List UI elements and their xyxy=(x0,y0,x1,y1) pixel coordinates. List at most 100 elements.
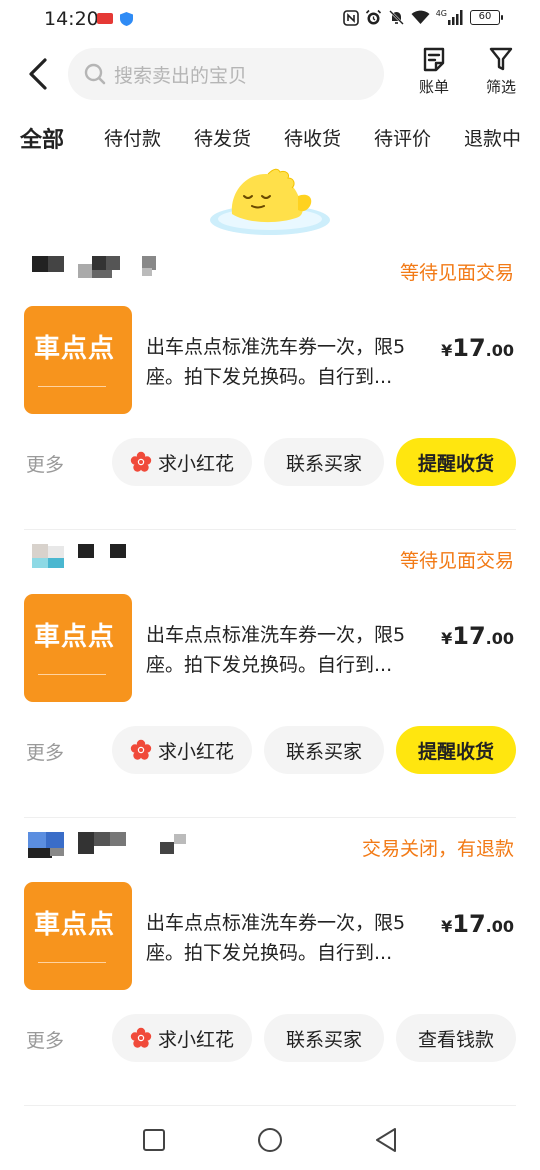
mosaic-block xyxy=(32,558,48,568)
buyer-avatar-mosaic xyxy=(28,832,208,862)
signal-icon xyxy=(448,10,463,25)
thumbnail-brand: 車点点 xyxy=(34,622,116,652)
bill-button[interactable]: 账单 xyxy=(410,46,458,106)
tab-pending-review[interactable]: 待评价 xyxy=(374,124,431,151)
mute-bell-icon xyxy=(388,10,404,25)
mosaic-block xyxy=(28,832,46,848)
system-nav-bar xyxy=(0,1110,540,1170)
ask-flower-button[interactable]: 求小红花 xyxy=(112,1014,252,1062)
status-icons: 4G 60 xyxy=(342,9,503,26)
mosaic-block xyxy=(28,848,52,858)
order-card-2[interactable]: 等待见面交易 車点点 出车点点标准洗车券一次，限5座。拍下发兑换码。自行到...… xyxy=(0,530,540,818)
search-icon xyxy=(84,63,106,85)
mosaic-block xyxy=(92,270,112,278)
item-title[interactable]: 出车点点标准洗车券一次，限5座。拍下发兑换码。自行到... xyxy=(146,620,438,680)
price-integer: 17 xyxy=(452,622,486,650)
order-status: 交易关闭，有退款 xyxy=(361,838,514,860)
more-button[interactable]: 更多 xyxy=(26,738,64,765)
mosaic-block xyxy=(48,546,64,558)
contact-buyer-button[interactable]: 联系买家 xyxy=(264,438,384,486)
order-action-button[interactable]: 提醒收货 xyxy=(396,726,516,774)
back-button[interactable] xyxy=(22,54,54,94)
triangle-back-icon xyxy=(376,1128,396,1152)
circle-icon xyxy=(258,1128,282,1152)
contact-buyer-button[interactable]: 联系买家 xyxy=(264,726,384,774)
bill-icon xyxy=(423,47,445,72)
search-input[interactable]: 搜索卖出的宝贝 xyxy=(68,48,384,100)
alarm-icon xyxy=(365,9,381,25)
price-integer: 17 xyxy=(452,910,486,938)
mosaic-block xyxy=(48,256,64,272)
app-notification-icon xyxy=(97,13,113,24)
mosaic-block xyxy=(174,834,186,844)
mosaic-block xyxy=(110,544,126,558)
thumbnail-brand: 車点点 xyxy=(34,334,116,364)
filter-label: 筛选 xyxy=(485,78,516,96)
square-icon xyxy=(143,1129,165,1151)
product-thumbnail[interactable]: 車点点 xyxy=(24,306,132,414)
thumbnail-brand: 車点点 xyxy=(34,910,116,940)
bill-label: 账单 xyxy=(418,78,449,96)
filter-button[interactable]: 筛选 xyxy=(477,46,525,106)
search-placeholder: 搜索卖出的宝贝 xyxy=(114,64,248,87)
order-card-3[interactable]: 交易关闭，有退款 車点点 出车点点标准洗车券一次，限5座。拍下发兑换码。自行到.… xyxy=(0,818,540,1106)
mosaic-block xyxy=(142,268,152,276)
order-card-1[interactable]: 等待见面交易 車点点 出车点点标准洗车券一次，限5座。拍下发兑换码。自行到...… xyxy=(0,242,540,530)
home-button[interactable] xyxy=(256,1126,284,1154)
price-currency: ¥ xyxy=(441,629,453,648)
thumbnail-divider xyxy=(38,674,106,675)
tab-pending-shipment[interactable]: 待发货 xyxy=(194,124,251,151)
price-currency: ¥ xyxy=(441,341,453,360)
item-price: ¥17.00 xyxy=(441,622,514,650)
order-action-button[interactable]: 查看钱款 xyxy=(396,1014,516,1062)
mosaic-block xyxy=(106,256,120,270)
header: 搜索卖出的宝贝 账单 筛选 xyxy=(0,42,540,106)
tab-pending-payment[interactable]: 待付款 xyxy=(104,124,161,151)
tab-refunding[interactable]: 退款中 xyxy=(464,124,521,151)
shield-icon xyxy=(120,12,133,26)
thumbnail-divider xyxy=(38,962,106,963)
nfc-icon xyxy=(342,9,359,26)
price-decimal: .00 xyxy=(485,629,514,648)
more-button[interactable]: 更多 xyxy=(26,1026,64,1053)
wifi-icon xyxy=(411,10,430,24)
recent-apps-button[interactable] xyxy=(140,1126,168,1154)
ask-flower-label: 求小红花 xyxy=(157,452,234,475)
tab-all[interactable]: 全部 xyxy=(20,122,64,154)
order-status: 等待见面交易 xyxy=(399,550,514,572)
ask-flower-label: 求小红花 xyxy=(157,740,234,763)
price-integer: 17 xyxy=(452,334,486,362)
thumbnail-divider xyxy=(38,386,106,387)
ask-flower-label: 求小红花 xyxy=(157,1028,234,1051)
product-thumbnail[interactable]: 車点点 xyxy=(24,594,132,702)
item-title[interactable]: 出车点点标准洗车券一次，限5座。拍下发兑换码。自行到... xyxy=(146,332,438,392)
flower-icon xyxy=(130,739,152,760)
status-bar: 14:20 4G 60 xyxy=(0,0,540,40)
ask-flower-button[interactable]: 求小红花 xyxy=(112,438,252,486)
tab-pending-receipt[interactable]: 待收货 xyxy=(284,124,341,151)
order-action-button[interactable]: 提醒收货 xyxy=(396,438,516,486)
product-thumbnail[interactable]: 車点点 xyxy=(24,882,132,990)
price-currency: ¥ xyxy=(441,917,453,936)
mosaic-block xyxy=(78,544,94,558)
mosaic-block xyxy=(78,832,94,854)
mosaic-block xyxy=(78,264,92,278)
ask-flower-button[interactable]: 求小红花 xyxy=(112,726,252,774)
flower-icon xyxy=(130,1027,152,1048)
mascot-illustration xyxy=(210,168,330,235)
system-back-button[interactable] xyxy=(372,1126,400,1154)
mosaic-block xyxy=(48,558,64,568)
order-status: 等待见面交易 xyxy=(399,262,514,284)
chevron-left-icon xyxy=(29,58,47,90)
item-price: ¥17.00 xyxy=(441,910,514,938)
contact-buyer-button[interactable]: 联系买家 xyxy=(264,1014,384,1062)
status-time: 14:20 xyxy=(44,8,99,30)
battery-indicator: 60 xyxy=(470,10,503,25)
item-price: ¥17.00 xyxy=(441,334,514,362)
order-divider xyxy=(24,1105,516,1106)
mosaic-block xyxy=(50,848,64,856)
mosaic-block xyxy=(46,832,64,848)
more-button[interactable]: 更多 xyxy=(26,450,64,477)
network-type: 4G xyxy=(435,9,447,18)
item-title[interactable]: 出车点点标准洗车券一次，限5座。拍下发兑换码。自行到... xyxy=(146,908,438,968)
